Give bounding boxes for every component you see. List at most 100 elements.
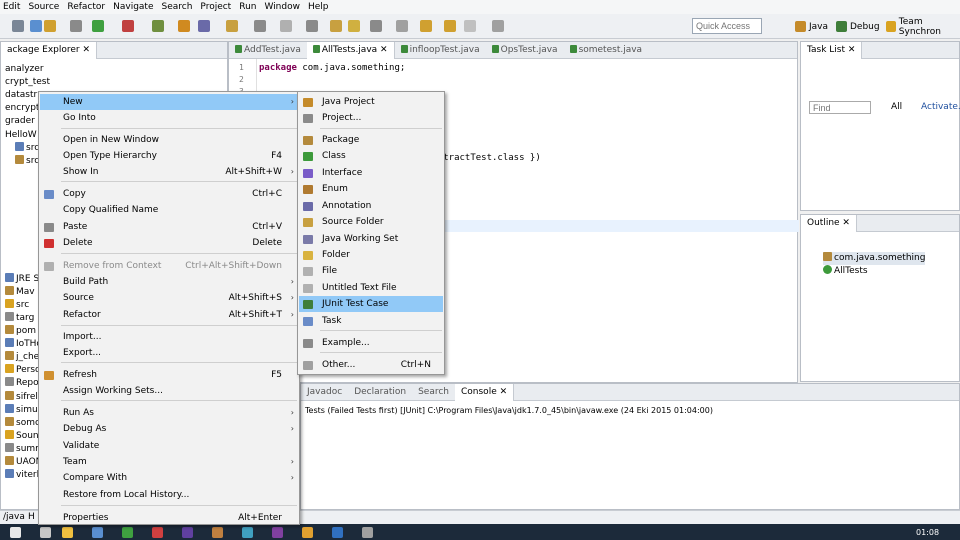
- menu-run[interactable]: Run: [236, 2, 261, 12]
- console-tab[interactable]: Console ✕: [455, 383, 515, 401]
- toolbar-button-icon[interactable]: [254, 20, 266, 32]
- package-explorer-item[interactable]: src: [5, 298, 29, 312]
- context-menu-item[interactable]: Team ›: [40, 454, 298, 470]
- context-menu-item[interactable]: Compare With ›: [40, 470, 298, 486]
- toolbar-button-icon[interactable]: [396, 20, 408, 32]
- context-menu-item[interactable]: Refresh F5: [40, 367, 298, 383]
- context-menu-item[interactable]: Validate: [40, 438, 298, 454]
- menu-help[interactable]: Help: [305, 2, 334, 12]
- tab-package-explorer[interactable]: ackage Explorer ✕: [1, 41, 98, 59]
- quick-access-input[interactable]: [692, 18, 762, 34]
- toolbar-button-icon[interactable]: [330, 20, 342, 32]
- taskbar-app-icon[interactable]: [152, 527, 163, 538]
- taskbar-app-icon[interactable]: [362, 527, 373, 538]
- console-tab[interactable]: Declaration: [348, 384, 412, 401]
- perspective-java[interactable]: Java: [795, 19, 828, 34]
- taskbar-app-icon[interactable]: [302, 527, 313, 538]
- package-explorer-item[interactable]: crypt_test: [5, 76, 50, 89]
- taskbar-app-icon[interactable]: [272, 527, 283, 538]
- editor-tab[interactable]: infloopTest.java: [395, 42, 486, 59]
- context-menu-item[interactable]: Show In Alt+Shift+W ›: [40, 164, 298, 180]
- new-submenu-item[interactable]: Enum: [299, 181, 443, 197]
- outline-item-package[interactable]: com.java.something: [823, 252, 926, 265]
- context-menu-item[interactable]: Open in New Window: [40, 132, 298, 148]
- context-menu-item[interactable]: Refactor Alt+Shift+T ›: [40, 307, 298, 323]
- package-explorer-item[interactable]: HelloW: [5, 129, 37, 142]
- new-submenu-item[interactable]: Example...: [299, 335, 443, 351]
- package-explorer-item[interactable]: targ: [5, 311, 34, 325]
- editor-tab[interactable]: sometest.java: [564, 42, 649, 59]
- toolbar-button-icon[interactable]: [198, 20, 210, 32]
- toolbar-button-icon[interactable]: [178, 20, 190, 32]
- new-submenu-item[interactable]: Annotation: [299, 198, 443, 214]
- taskbar-app-icon[interactable]: [122, 527, 133, 538]
- new-submenu-item[interactable]: Source Folder: [299, 214, 443, 230]
- context-menu-item[interactable]: Copy Qualified Name: [40, 202, 298, 218]
- package-explorer-item[interactable]: JRE S: [5, 272, 39, 286]
- toolbar-button-icon[interactable]: [122, 20, 134, 32]
- context-menu-item[interactable]: Restore from Local History...: [40, 487, 298, 503]
- context-menu-item[interactable]: Paste Ctrl+V: [40, 219, 298, 235]
- perspective-debug[interactable]: Debug: [836, 19, 880, 34]
- context-menu-item[interactable]: Remove from Context Ctrl+Alt+Shift+Down: [40, 258, 298, 274]
- new-submenu-item[interactable]: Project...: [299, 110, 443, 126]
- new-submenu-item[interactable]: Interface: [299, 165, 443, 181]
- task-find-input[interactable]: [809, 101, 871, 114]
- context-menu-item[interactable]: Properties Alt+Enter: [40, 510, 298, 526]
- context-menu-item[interactable]: Delete Delete: [40, 235, 298, 251]
- toolbar-button-icon[interactable]: [492, 20, 504, 32]
- toolbar-button-icon[interactable]: [464, 20, 476, 32]
- new-submenu-item[interactable]: Class: [299, 148, 443, 164]
- new-submenu-item[interactable]: Java Project: [299, 94, 443, 110]
- taskbar-app-icon[interactable]: [182, 527, 193, 538]
- new-submenu-item[interactable]: Folder: [299, 247, 443, 263]
- new-submenu-item[interactable]: File: [299, 263, 443, 279]
- taskbar-app-icon[interactable]: [40, 527, 51, 538]
- toolbar-button-icon[interactable]: [348, 20, 360, 32]
- package-explorer-item[interactable]: analyzer: [5, 63, 44, 76]
- menu-search[interactable]: Search: [159, 2, 198, 12]
- menu-edit[interactable]: Edit: [0, 2, 25, 12]
- toolbar-button-icon[interactable]: [12, 20, 24, 32]
- outline-item-class[interactable]: AllTests: [823, 265, 868, 278]
- package-explorer-item[interactable]: encrypt: [5, 102, 39, 115]
- new-submenu-item[interactable]: Java Working Set: [299, 231, 443, 247]
- new-submenu-item[interactable]: Untitled Text File: [299, 280, 443, 296]
- menu-project[interactable]: Project: [197, 2, 236, 12]
- menu-source[interactable]: Source: [25, 2, 64, 12]
- context-menu-item[interactable]: Copy Ctrl+C: [40, 186, 298, 202]
- perspective-team[interactable]: Team Synchron: [886, 17, 960, 37]
- context-menu-item[interactable]: Run As ›: [40, 405, 298, 421]
- taskbar-app-icon[interactable]: [10, 527, 21, 538]
- new-submenu-item[interactable]: Other... Ctrl+N: [299, 357, 443, 373]
- package-explorer-item[interactable]: pom: [5, 325, 36, 338]
- taskbar-app-icon[interactable]: [62, 527, 73, 538]
- editor-tab[interactable]: AllTests.java ✕: [306, 41, 395, 59]
- tab-task-list[interactable]: Task List ✕: [801, 41, 863, 59]
- context-menu-item[interactable]: Go Into: [40, 110, 298, 126]
- context-menu-item[interactable]: Source Alt+Shift+S ›: [40, 290, 298, 306]
- menu-navigate[interactable]: Navigate: [110, 2, 158, 12]
- context-menu-item[interactable]: New ›: [40, 94, 298, 110]
- editor-tab[interactable]: OpsTest.java: [486, 42, 564, 59]
- toolbar-button-icon[interactable]: [152, 20, 164, 32]
- new-submenu-item[interactable]: Task: [299, 313, 443, 329]
- context-menu-item[interactable]: Open Type Hierarchy F4: [40, 148, 298, 164]
- editor-tab[interactable]: AddTest.java: [229, 42, 307, 59]
- menu-refactor[interactable]: Refactor: [64, 2, 110, 12]
- package-explorer-item[interactable]: UAON: [5, 456, 42, 469]
- taskbar-app-icon[interactable]: [332, 527, 343, 538]
- taskbar-app-icon[interactable]: [242, 527, 253, 538]
- toolbar-button-icon[interactable]: [370, 20, 382, 32]
- taskbar-app-icon[interactable]: [212, 527, 223, 538]
- context-menu-item[interactable]: Export...: [40, 345, 298, 361]
- tab-outline[interactable]: Outline ✕: [801, 214, 857, 232]
- package-explorer-item[interactable]: datastr: [5, 89, 37, 102]
- package-explorer-item[interactable]: Mav: [5, 285, 35, 299]
- new-submenu-item[interactable]: Package: [299, 132, 443, 148]
- console-tab[interactable]: Search: [412, 384, 455, 401]
- toolbar-button-icon[interactable]: [444, 20, 456, 32]
- toolbar-button-icon[interactable]: [280, 20, 292, 32]
- new-submenu-item[interactable]: JUnit Test Case: [299, 296, 443, 312]
- toolbar-button-icon[interactable]: [70, 20, 82, 32]
